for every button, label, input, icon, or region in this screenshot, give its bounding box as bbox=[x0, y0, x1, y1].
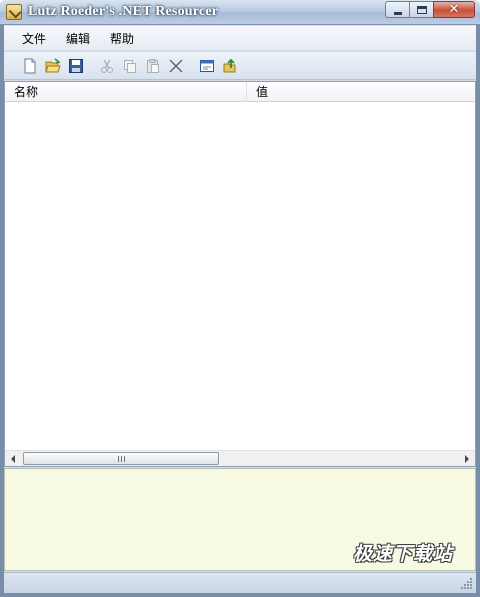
title-bar[interactable]: Lutz Roeder's .NET Resourcer ✕ bbox=[0, 0, 480, 25]
menu-file[interactable]: 文件 bbox=[20, 29, 48, 48]
scroll-right-button[interactable] bbox=[459, 451, 475, 466]
column-header-name[interactable]: 名称 bbox=[5, 82, 247, 102]
delete-icon bbox=[169, 59, 182, 72]
paste-button[interactable] bbox=[141, 55, 164, 77]
app-icon[interactable] bbox=[6, 4, 22, 20]
window-title: Lutz Roeder's .NET Resourcer bbox=[28, 4, 219, 19]
new-file-icon bbox=[24, 58, 35, 73]
resize-grip-icon[interactable] bbox=[461, 578, 473, 590]
toolbar bbox=[4, 52, 476, 80]
watermark-text: 极速下载站 bbox=[352, 543, 453, 565]
status-bar bbox=[4, 572, 476, 593]
arrow-right-icon bbox=[465, 454, 469, 463]
menu-edit[interactable]: 编辑 bbox=[64, 29, 92, 48]
menu-help[interactable]: 帮助 bbox=[108, 29, 136, 48]
preview-pane: 极速下载站 bbox=[4, 468, 476, 571]
arrow-left-icon bbox=[11, 454, 15, 463]
copy-button[interactable] bbox=[118, 55, 141, 77]
scroll-thumb[interactable] bbox=[23, 452, 219, 465]
close-icon: ✕ bbox=[448, 2, 460, 17]
resource-list[interactable]: 名称 值 bbox=[4, 81, 476, 467]
list-header: 名称 值 bbox=[5, 82, 475, 102]
column-header-value[interactable]: 值 bbox=[247, 82, 475, 102]
open-folder-icon bbox=[44, 57, 61, 72]
delete-button[interactable] bbox=[164, 55, 187, 77]
save-button[interactable] bbox=[64, 55, 87, 77]
properties-button[interactable] bbox=[195, 55, 218, 77]
maximize-icon bbox=[416, 5, 427, 14]
save-icon bbox=[68, 58, 83, 73]
menu-bar: 文件 编辑 帮助 bbox=[4, 26, 476, 50]
maximize-button[interactable] bbox=[409, 1, 433, 18]
properties-icon bbox=[199, 59, 214, 72]
list-body[interactable] bbox=[5, 102, 475, 452]
minimize-icon bbox=[393, 11, 402, 15]
scroll-left-button[interactable] bbox=[5, 451, 21, 466]
cut-button[interactable] bbox=[95, 55, 118, 77]
export-button[interactable] bbox=[218, 55, 241, 77]
cut-icon bbox=[100, 59, 113, 73]
new-button[interactable] bbox=[18, 55, 41, 77]
grip-icon bbox=[117, 455, 125, 462]
paste-icon bbox=[146, 58, 159, 73]
open-button[interactable] bbox=[41, 55, 64, 77]
app-window: Lutz Roeder's .NET Resourcer ✕ 文件 编辑 帮助 bbox=[0, 0, 480, 597]
horizontal-scrollbar[interactable] bbox=[5, 450, 475, 466]
minimize-button[interactable] bbox=[385, 1, 409, 18]
export-icon bbox=[223, 58, 235, 72]
caption-buttons: ✕ bbox=[385, 1, 475, 19]
close-button[interactable]: ✕ bbox=[433, 1, 475, 18]
copy-icon bbox=[123, 59, 136, 73]
